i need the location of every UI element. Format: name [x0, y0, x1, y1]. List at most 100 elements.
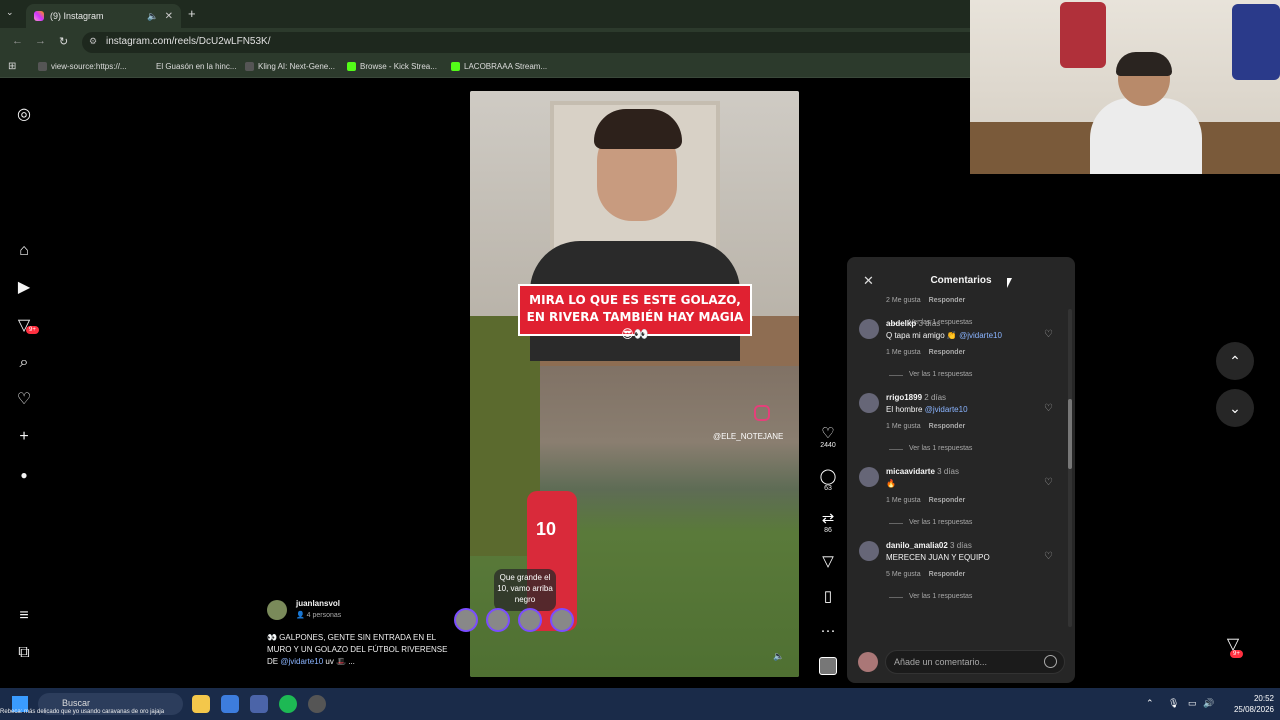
comment-like-heart-icon[interactable]: ♡	[1044, 477, 1053, 488]
like-action[interactable]: ♡ 2440	[812, 425, 844, 449]
collab-count[interactable]: 👤 4 personas	[296, 611, 341, 619]
repost-icon[interactable]: ⇄	[812, 510, 844, 527]
new-tab-button[interactable]: +	[188, 6, 196, 21]
instagram-favicon-icon	[34, 11, 44, 21]
volume-tray-icon[interactable]: 🔊	[1203, 698, 1214, 709]
audio-thumbnail[interactable]	[819, 657, 837, 675]
forward-icon[interactable]: →	[35, 35, 46, 47]
tagged-avatar[interactable]	[550, 608, 574, 632]
comment-mention[interactable]: @jvidarte10	[925, 405, 968, 414]
tray-chevron-icon[interactable]: ⌃	[1146, 698, 1154, 709]
comment-meta: 2 Me gusta Responder	[886, 297, 966, 304]
reply-button[interactable]: Responder	[929, 571, 966, 578]
tab-close-icon[interactable]: ✕	[165, 11, 173, 22]
also-from-meta-icon[interactable]: ⧉	[14, 643, 34, 663]
bookmark-item[interactable]: view-source:https://...	[38, 62, 127, 71]
next-reel-button[interactable]: ⌄	[1216, 389, 1254, 427]
comment-like-heart-icon[interactable]: ♡	[1044, 551, 1053, 562]
bookmark-item[interactable]: El Guasón en la hinc...	[143, 62, 237, 71]
site-info-icon[interactable]: ⚙	[89, 36, 97, 47]
comments-list[interactable]: 2 Me gusta Responder Ver las 1 respuestas…	[847, 297, 1075, 633]
author-username[interactable]: juanlansvol	[296, 599, 340, 608]
bookmark-item[interactable]: Browse - Kick Strea...	[347, 62, 437, 71]
author-avatar[interactable]	[267, 600, 287, 620]
more-menu-icon[interactable]: ≡	[14, 606, 34, 626]
avatar[interactable]	[859, 541, 879, 561]
comments-scrollbar[interactable]	[1068, 309, 1072, 627]
file-explorer-icon[interactable]	[192, 695, 210, 713]
apps-icon[interactable]: ⊞	[8, 61, 16, 72]
chrome-icon[interactable]	[221, 695, 239, 713]
tab-search-icon[interactable]: ⌄	[6, 7, 14, 18]
mute-icon[interactable]: 🔈	[147, 11, 158, 22]
view-replies-button[interactable]: Ver las 1 respuestas	[888, 593, 972, 600]
comment-username[interactable]: abdelkp 3 días	[886, 319, 940, 328]
mic-icon[interactable]: 🎙	[1168, 698, 1179, 709]
avatar[interactable]	[859, 319, 879, 339]
view-replies-button[interactable]: Ver las 1 respuestas	[888, 519, 972, 526]
app-icon[interactable]	[250, 695, 268, 713]
tagged-avatar[interactable]	[486, 608, 510, 632]
view-replies-button[interactable]: Ver las 1 respuestas	[888, 371, 972, 378]
reel-video[interactable]: MIRA LO QUE ES ESTE GOLAZO, EN RIVERA TA…	[470, 91, 799, 677]
tagged-people[interactable]	[454, 608, 574, 632]
bookmark-item[interactable]: Kling AI: Next-Gene...	[245, 62, 335, 71]
bookmark-icon[interactable]: ▯	[812, 588, 844, 605]
heart-icon[interactable]: ♡	[812, 425, 844, 442]
add-comment-input[interactable]: Añade un comentario...	[885, 650, 1065, 674]
volume-icon[interactable]: 🔈	[773, 651, 784, 662]
comment-username[interactable]: danilo_amalia02 3 días	[886, 541, 972, 550]
reply-button[interactable]: Responder	[929, 423, 966, 430]
reply-button[interactable]: Responder	[929, 497, 966, 504]
caption-mention[interactable]: @jvidarte10	[280, 657, 323, 666]
more-options[interactable]: ···	[812, 622, 844, 639]
notifications-heart-icon[interactable]: ♡	[14, 390, 34, 410]
tagged-avatar[interactable]	[518, 608, 542, 632]
network-icon[interactable]: ▭	[1188, 698, 1197, 709]
comment-username[interactable]: micaavidarte 3 días	[886, 467, 959, 476]
emoji-icon[interactable]	[1044, 655, 1057, 668]
avatar[interactable]	[859, 393, 879, 413]
comment-username[interactable]: rrigo1899 2 días	[886, 393, 946, 402]
more-dots-icon[interactable]: ···	[812, 622, 844, 639]
repost-action[interactable]: ⇄ 86	[812, 510, 844, 534]
previous-reel-button[interactable]: ⌃	[1216, 342, 1254, 380]
reply-button[interactable]: Responder	[929, 349, 966, 356]
avatar[interactable]	[859, 467, 879, 487]
comment-text: 🔥	[886, 479, 896, 488]
view-replies-button[interactable]: Ver las 1 respuestas	[888, 445, 972, 452]
reload-icon[interactable]: ↻	[59, 35, 68, 48]
create-plus-icon[interactable]: +	[14, 427, 34, 447]
taskbar-clock[interactable]: 20:52 25/08/2026	[1228, 693, 1274, 715]
messages-badge: 9+	[26, 326, 39, 334]
cam-person-body	[1090, 98, 1202, 174]
kick-icon	[451, 62, 460, 71]
tagged-avatar[interactable]	[454, 608, 478, 632]
direct-messages-icon[interactable]: ▽	[1218, 634, 1248, 664]
scrollbar-thumb[interactable]	[1068, 399, 1072, 469]
reels-icon[interactable]: ▶	[14, 278, 34, 298]
reply-button[interactable]: Responder	[929, 297, 966, 304]
bookmark-item[interactable]: LACOBRAAA Stream...	[451, 62, 547, 71]
comment-item: danilo_amalia02 3 días MERECEN JUAN Y EQ…	[847, 534, 1075, 608]
home-icon[interactable]: ⌂	[14, 241, 34, 261]
comment-bubble: Que grande el 10, vamo arriba negro	[494, 569, 556, 611]
comment-action[interactable]: ◯ 63	[812, 468, 844, 492]
browser-tab[interactable]: (9) Instagram 🔈 ✕	[26, 4, 181, 28]
back-icon[interactable]: ←	[12, 35, 23, 47]
comment-like-heart-icon[interactable]: ♡	[1044, 403, 1053, 414]
save-action[interactable]: ▯	[812, 588, 844, 605]
video-banner-text: MIRA LO QUE ES ESTE GOLAZO, EN RIVERA TA…	[518, 284, 752, 341]
comment-icon[interactable]: ◯	[812, 468, 844, 485]
share-action[interactable]: ▽	[812, 553, 844, 570]
profile-avatar[interactable]: ●	[14, 465, 34, 485]
obs-icon[interactable]	[308, 695, 326, 713]
dm-badge: 9+	[1230, 650, 1243, 658]
comment-mention[interactable]: @jvidarte10	[959, 331, 1002, 340]
instagram-logo-icon[interactable]: ◎	[14, 105, 34, 125]
search-icon[interactable]: ⌕	[14, 353, 34, 373]
share-icon[interactable]: ▽	[812, 553, 844, 570]
comment-like-heart-icon[interactable]: ♡	[1044, 329, 1053, 340]
comments-title: Comentarios	[930, 275, 992, 286]
spotify-icon[interactable]	[279, 695, 297, 713]
